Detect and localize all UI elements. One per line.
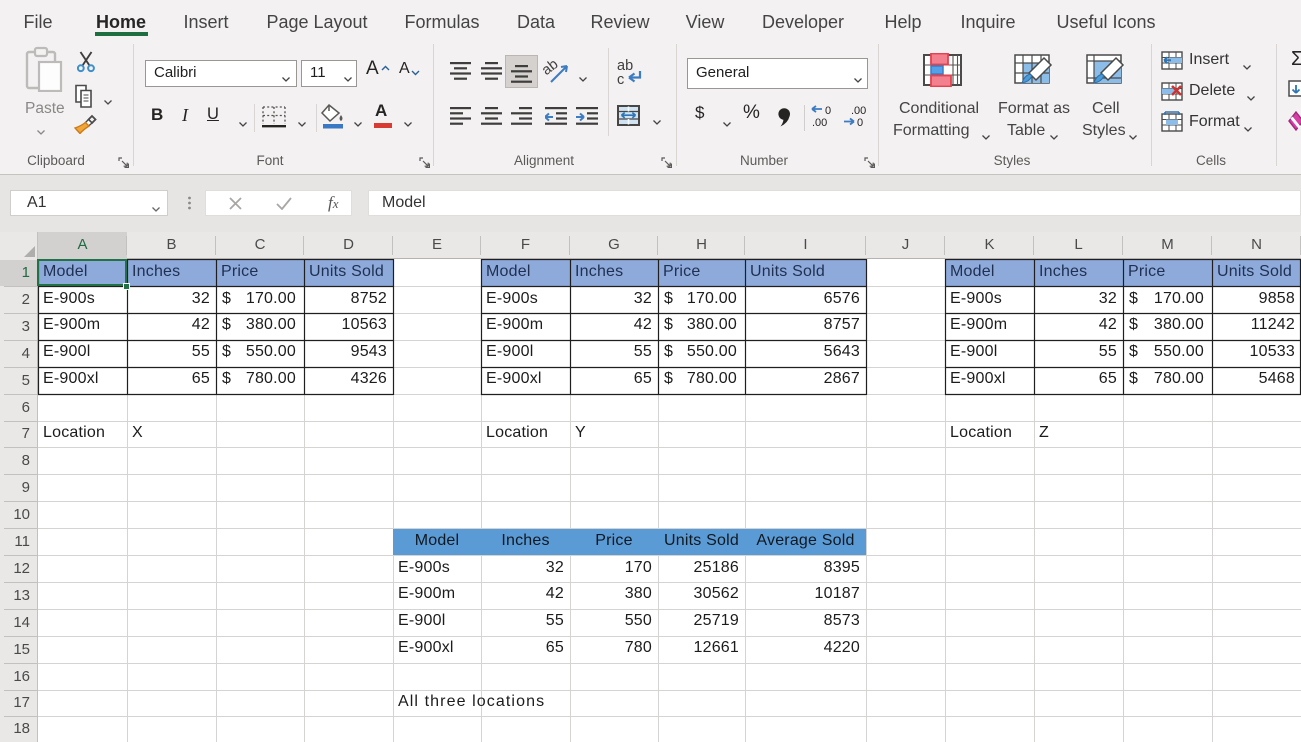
svg-text:.00: .00 [812, 117, 827, 128]
svg-text:c: c [617, 72, 624, 86]
svg-text:0: 0 [825, 105, 831, 117]
svg-text:0: 0 [857, 117, 863, 128]
svg-text:.00: .00 [851, 105, 866, 117]
